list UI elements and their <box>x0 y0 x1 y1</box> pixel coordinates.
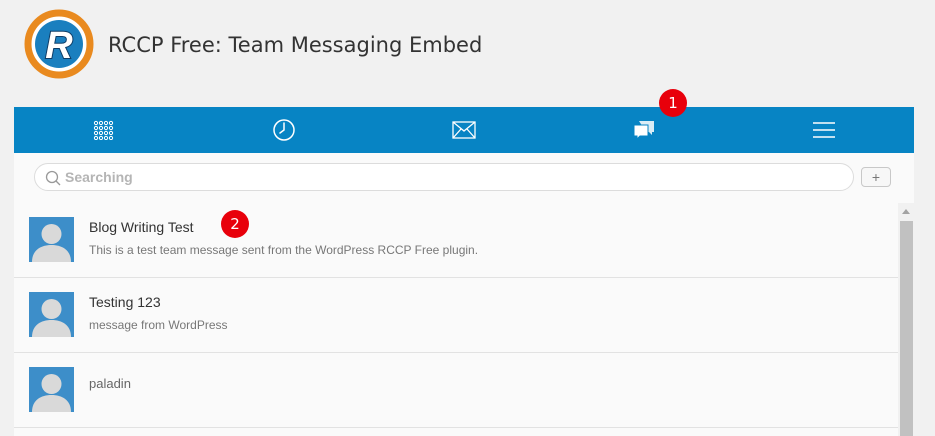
avatar <box>29 292 74 337</box>
message-sender: Testing 123 <box>89 294 161 310</box>
mail-icon <box>452 121 476 139</box>
search-bar: + <box>14 153 914 204</box>
tab-team-messaging[interactable] <box>554 107 734 153</box>
scrollbar-thumb[interactable] <box>900 221 913 436</box>
hamburger-menu-icon <box>813 122 835 138</box>
search-input[interactable] <box>65 168 835 186</box>
annotation-badge-1: 1 <box>659 89 687 117</box>
rccp-logo: R <box>24 9 94 79</box>
message-sender: Blog Writing Test <box>89 219 194 235</box>
message-list: Blog Writing Test This is a test team me… <box>14 203 898 436</box>
chat-bubbles-icon <box>633 121 654 141</box>
search-icon <box>45 170 61 186</box>
page-title: RCCP Free: Team Messaging Embed <box>108 33 483 57</box>
message-sender: paladin <box>89 376 131 391</box>
scrollbar[interactable] <box>898 203 914 436</box>
avatar <box>29 217 74 262</box>
app-header: R RCCP Free: Team Messaging Embed <box>0 0 935 100</box>
message-preview: This is a test team message sent from th… <box>89 243 479 257</box>
list-item[interactable]: Blog Writing Test This is a test team me… <box>14 203 898 278</box>
logo-letter: R <box>45 25 73 67</box>
tab-messages[interactable] <box>374 107 554 153</box>
user-silhouette-icon <box>32 299 71 337</box>
tab-keypad[interactable] <box>14 107 194 153</box>
list-item[interactable]: paladin <box>14 353 898 428</box>
user-silhouette-icon <box>32 224 71 262</box>
list-item[interactable]: Testing 123 message from WordPress <box>14 278 898 353</box>
annotation-badge-2: 2 <box>221 210 249 238</box>
clock-icon <box>273 119 295 141</box>
tab-bar <box>14 107 914 153</box>
tab-history[interactable] <box>194 107 374 153</box>
message-preview: message from WordPress <box>89 318 228 332</box>
messaging-app: + Blog Writing Test This is a test team … <box>14 107 914 436</box>
add-button[interactable]: + <box>861 167 891 187</box>
tab-menu[interactable] <box>734 107 914 153</box>
scroll-up-arrow-icon[interactable] <box>902 209 910 214</box>
avatar <box>29 367 74 412</box>
keypad-icon <box>93 120 114 140</box>
search-box[interactable] <box>34 163 854 191</box>
user-silhouette-icon <box>32 374 71 412</box>
